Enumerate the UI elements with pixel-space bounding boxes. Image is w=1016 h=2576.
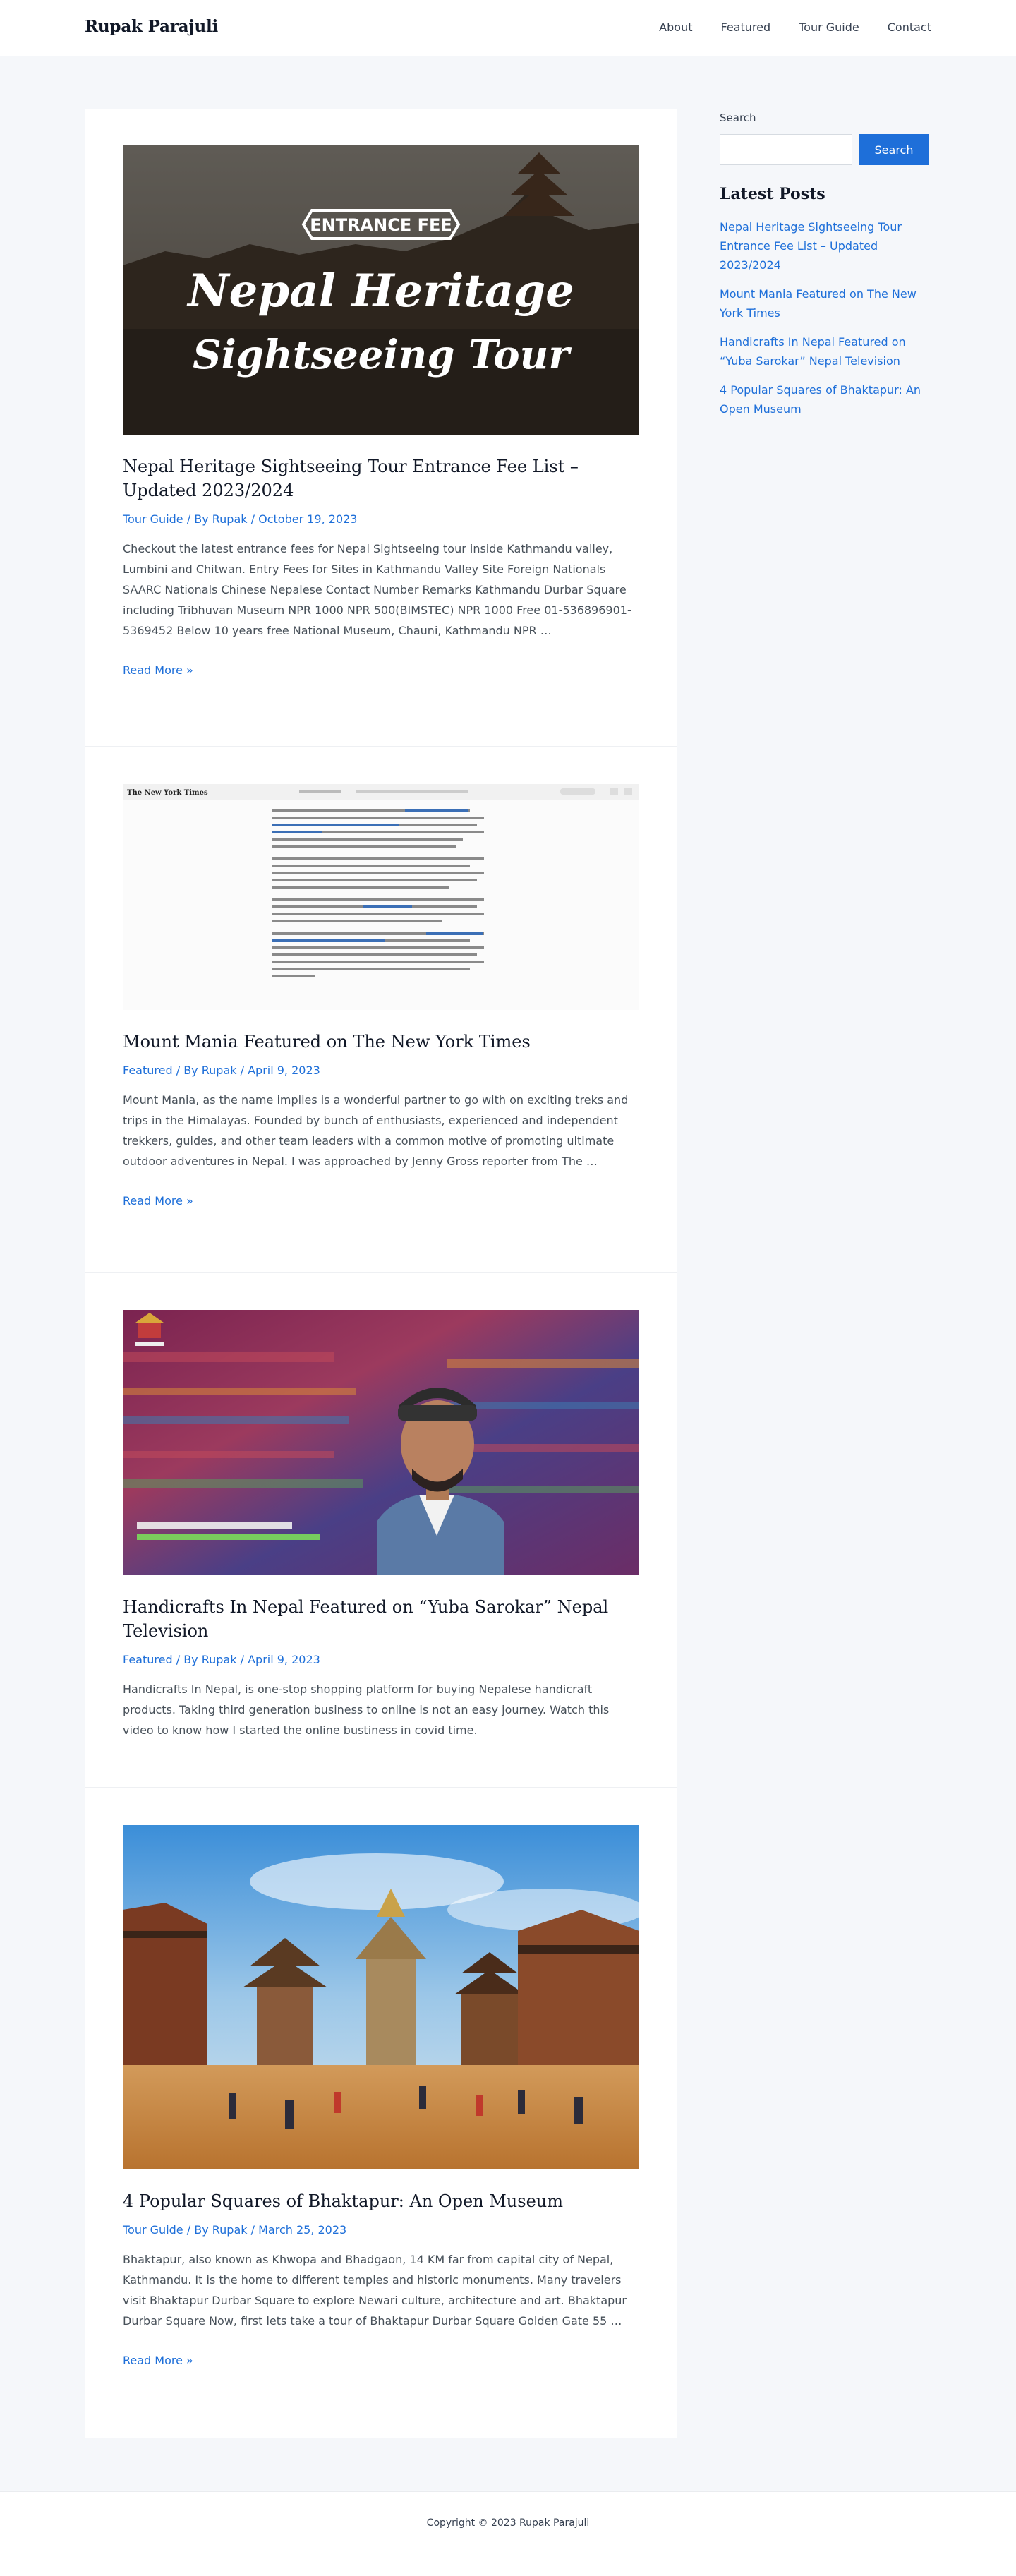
nav-about[interactable]: About [659,20,692,34]
post-date[interactable]: April 9, 2023 [248,1064,320,1077]
post-author[interactable]: Rupak [202,1064,237,1077]
meta-separator: / [176,1064,184,1077]
post-category[interactable]: Featured [123,1653,173,1666]
read-more-link[interactable]: Read More » [123,2354,193,2367]
post-author[interactable]: Rupak [202,1653,237,1666]
meta-separator: / [250,512,259,526]
post-meta: Tour Guide / By Rupak / October 19, 2023 [123,512,639,526]
latest-posts-heading: Latest Posts [720,185,826,203]
post-meta: Featured / By Rupak / April 9, 2023 [123,1653,639,1666]
sidebar: Search Search Latest Posts Nepal Heritag… [720,112,931,428]
site-title[interactable]: Rupak Parajuli [85,17,218,36]
search-input[interactable] [720,134,852,165]
post-date[interactable]: October 19, 2023 [258,512,357,526]
post-title[interactable]: Nepal Heritage Sightseeing Tour Entrance… [123,455,639,502]
post-excerpt: Bhaktapur, also known as Khwopa and Bhad… [123,2253,627,2328]
post-by: By [194,2223,209,2237]
search-button[interactable]: Search [859,134,929,165]
copyright-text: Copyright © 2023 Rupak Parajuli [426,2517,590,2529]
meta-separator: / [250,2223,259,2237]
image-title-line2: Sightseeing Tour [193,332,572,378]
post-thumbnail[interactable]: The New York Times [123,784,639,1010]
post-title[interactable]: Handicrafts In Nepal Featured on “Yuba S… [123,1595,639,1643]
post-excerpt: Checkout the latest entrance fees for Ne… [123,542,631,637]
latest-posts-list: Nepal Heritage Sightseeing Tour Entrance… [720,217,931,419]
post-excerpt: Handicrafts In Nepal, is one-stop shoppi… [123,1683,610,1737]
post-excerpt: Mount Mania, as the name implies is a wo… [123,1093,629,1168]
read-more-link[interactable]: Read More » [123,1194,193,1208]
post-category[interactable]: Tour Guide [123,512,183,526]
post-title[interactable]: Mount Mania Featured on The New York Tim… [123,1030,639,1054]
latest-post-link[interactable]: Handicrafts In Nepal Featured on “Yuba S… [720,335,906,368]
post-category[interactable]: Tour Guide [123,2223,183,2237]
post-thumbnail[interactable]: ENTRANCE FEE Nepal Heritage Sightseeing … [123,145,639,435]
latest-post-item: Mount Mania Featured on The New York Tim… [720,284,931,323]
meta-separator: / [186,512,195,526]
post-list: ENTRANCE FEE Nepal Heritage Sightseeing … [85,109,677,2438]
post-card: Handicrafts In Nepal Featured on “Yuba S… [85,1273,677,1788]
search-form: Search [720,134,931,165]
post-thumbnail[interactable] [123,1825,639,2169]
post-by: By [183,1064,198,1077]
heritage-image: ENTRANCE FEE Nepal Heritage Sightseeing … [123,145,639,435]
post-date[interactable]: April 9, 2023 [248,1653,320,1666]
latest-post-link[interactable]: 4 Popular Squares of Bhaktapur: An Open … [720,383,921,416]
post-card: ENTRANCE FEE Nepal Heritage Sightseeing … [85,109,677,747]
post-thumbnail[interactable] [123,1310,639,1575]
post-by: By [194,512,209,526]
read-more-link[interactable]: Read More » [123,663,193,677]
post-card: The New York Times Mount Mania Featured … [85,747,677,1273]
bhaktapur-square-image [123,1825,639,2169]
latest-post-link[interactable]: Mount Mania Featured on The New York Tim… [720,287,917,320]
image-banner-text: ENTRANCE FEE [310,215,452,235]
masthead-text: The New York Times [127,789,208,797]
nav-contact[interactable]: Contact [888,20,931,34]
latest-post-item: Handicrafts In Nepal Featured on “Yuba S… [720,332,931,371]
post-category[interactable]: Featured [123,1064,173,1077]
main-nav: About Featured Tour Guide Contact [659,20,931,34]
site-header: Rupak Parajuli About Featured Tour Guide… [0,0,1016,56]
post-author[interactable]: Rupak [212,512,248,526]
nav-featured[interactable]: Featured [720,20,770,34]
nav-tour-guide[interactable]: Tour Guide [799,20,859,34]
meta-separator: / [240,1653,248,1666]
handicrafts-video-still [123,1310,639,1575]
post-author[interactable]: Rupak [212,2223,248,2237]
post-meta: Tour Guide / By Rupak / March 25, 2023 [123,2223,639,2237]
search-label: Search [720,112,756,124]
post-title[interactable]: 4 Popular Squares of Bhaktapur: An Open … [123,2189,639,2213]
latest-post-link[interactable]: Nepal Heritage Sightseeing Tour Entrance… [720,220,902,272]
meta-separator: / [240,1064,248,1077]
image-title-line1: Nepal Heritage [186,265,574,318]
meta-separator: / [186,2223,195,2237]
latest-post-item: Nepal Heritage Sightseeing Tour Entrance… [720,217,931,275]
post-meta: Featured / By Rupak / April 9, 2023 [123,1064,639,1077]
newspaper-image: The New York Times [123,784,639,1010]
post-by: By [183,1653,198,1666]
post-date[interactable]: March 25, 2023 [258,2223,346,2237]
latest-post-item: 4 Popular Squares of Bhaktapur: An Open … [720,380,931,419]
meta-separator: / [176,1653,184,1666]
post-card: 4 Popular Squares of Bhaktapur: An Open … [85,1788,677,2438]
site-footer: Copyright © 2023 Rupak Parajuli [0,2491,1016,2576]
